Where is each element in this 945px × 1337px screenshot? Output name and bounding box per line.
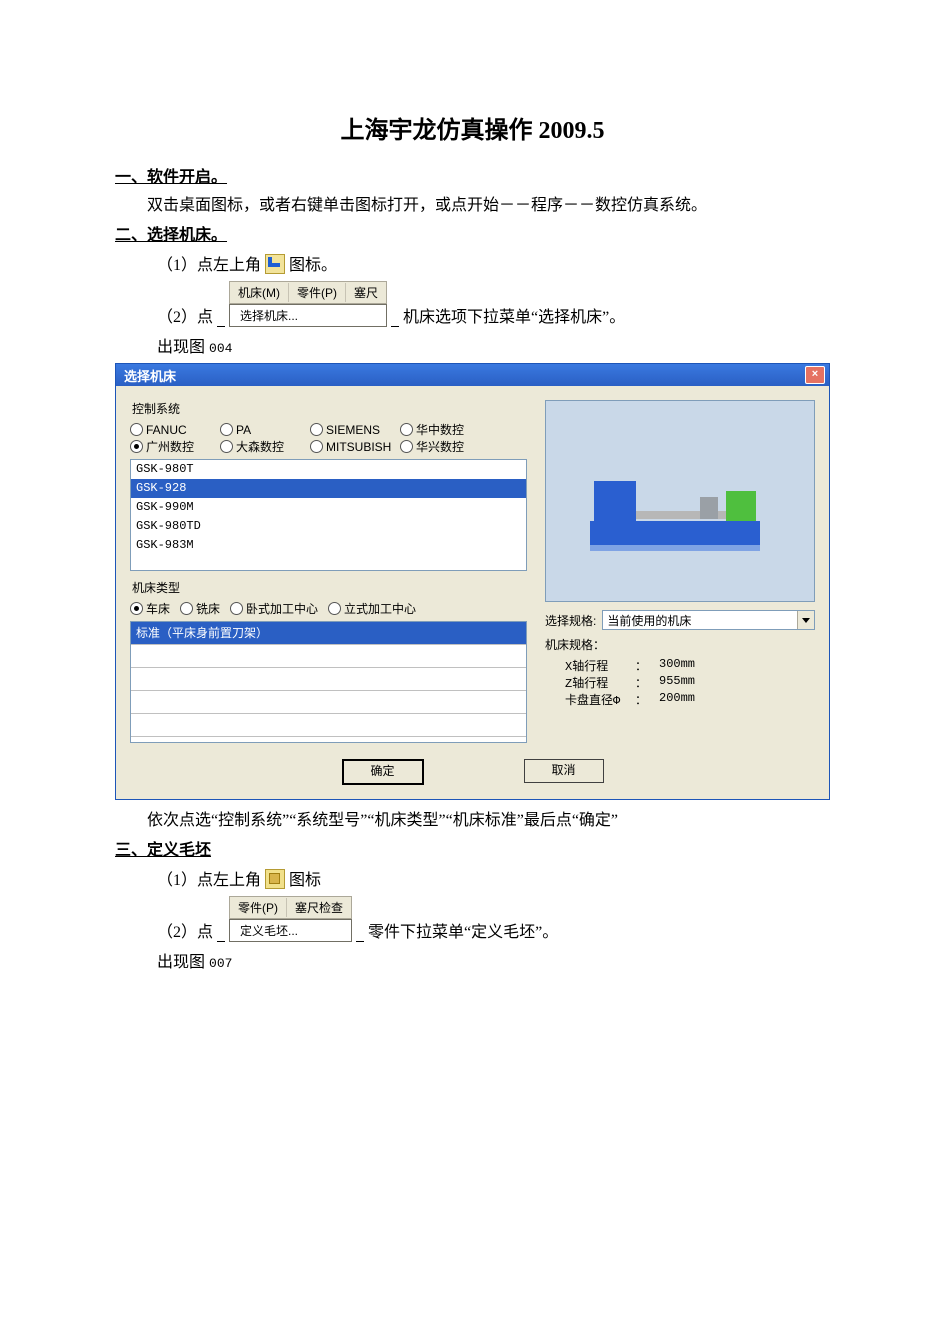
radio-label: 铣床: [196, 600, 220, 617]
standard-listbox[interactable]: 标准（平床身前置刀架）: [130, 621, 527, 743]
step-2-1: （1）点左上角 图标。: [115, 251, 830, 275]
radio-horizontal-mc[interactable]: 卧式加工中心: [230, 600, 318, 617]
spec-select-label: 选择规格:: [545, 612, 596, 629]
step-2-1-text-b: 图标。: [289, 257, 337, 274]
step-3-2-text-b: 零件下拉菜单“定义毛坯”。: [368, 918, 558, 942]
step-3-fig: 出现图 007: [115, 948, 830, 972]
control-system-radios: FANUC PA SIEMENS 华中数控 广州数控 大森数控 MITSUBIS…: [130, 421, 527, 455]
control-system-label: 控制系统: [132, 400, 527, 417]
spec-title: 机床规格：: [545, 636, 815, 653]
cancel-button[interactable]: 取消: [524, 759, 604, 783]
radio-pa[interactable]: PA: [220, 421, 306, 438]
heading-3: 三、定义毛坯: [115, 836, 830, 860]
spec-select[interactable]: 当前使用的机床: [602, 610, 815, 630]
dropdown-arrow-icon[interactable]: [797, 611, 814, 629]
radio-label: 华兴数控: [416, 438, 464, 455]
para-1: 双击桌面图标，或者右键单击图标打开，或点开始－－程序－－数控仿真系统。: [115, 191, 830, 215]
radio-label: 广州数控: [146, 438, 194, 455]
model-listbox[interactable]: GSK-980T GSK-928 GSK-990M GSK-980TD GSK-…: [130, 459, 527, 571]
fig-number-007: 007: [209, 956, 232, 971]
close-button[interactable]: ×: [805, 366, 825, 384]
fig-label: 出现图: [157, 954, 205, 971]
dialog-title: 选择机床: [124, 366, 176, 385]
radio-label: 卧式加工中心: [246, 600, 318, 617]
spec-val: 300mm: [659, 657, 695, 674]
radio-label: FANUC: [146, 423, 187, 437]
step-2-2-text-b: 机床选项下拉菜单“选择机床”。: [403, 303, 625, 327]
radio-label: 华中数控: [416, 421, 464, 438]
menu1-dropdown-item: 选择机床...: [229, 304, 387, 327]
page-title: 上海宇龙仿真操作 2009.5: [115, 110, 830, 145]
dialog-titlebar: 选择机床 ×: [116, 364, 829, 386]
radio-mitsubishi[interactable]: MITSUBISH: [310, 438, 396, 455]
list-item[interactable]: [131, 691, 526, 714]
menu1-item-part: 零件(P): [289, 283, 346, 302]
heading-2: 二、选择机床。: [115, 221, 830, 245]
step-3-2: （2）点 零件(P)塞尺检查 定义毛坯... 零件下拉菜单“定义毛坯”。: [115, 896, 830, 942]
spec-select-value: 当前使用的机床: [603, 611, 797, 629]
menu-screenshot-2: 零件(P)塞尺检查 定义毛坯...: [229, 896, 352, 942]
radio-label: SIEMENS: [326, 423, 380, 437]
menu-screenshot-1: 机床(M)零件(P)塞尺 选择机床...: [229, 281, 387, 327]
spec-val: 200mm: [659, 691, 695, 708]
radio-guangzhou[interactable]: 广州数控: [130, 438, 216, 455]
radio-siemens[interactable]: SIEMENS: [310, 421, 396, 438]
step-3-1-text-a: （1）点左上角: [157, 872, 261, 889]
step-2-2-text-a: （2）点: [157, 303, 213, 327]
radio-mill[interactable]: 铣床: [180, 600, 220, 617]
spec-list: X轴行程：300mm Z轴行程：955mm 卡盘直径Φ：200mm: [565, 657, 815, 708]
ok-button[interactable]: 确定: [342, 759, 424, 785]
spec-val: 955mm: [659, 674, 695, 691]
fig-label: 出现图: [157, 339, 205, 356]
radio-label: 立式加工中心: [344, 600, 416, 617]
list-item[interactable]: [131, 645, 526, 668]
radio-lathe[interactable]: 车床: [130, 600, 170, 617]
machine-toolbar-icon: [265, 254, 285, 274]
radio-dasen[interactable]: 大森数控: [220, 438, 306, 455]
spec-key: X轴行程: [565, 657, 635, 674]
radio-fanuc[interactable]: FANUC: [130, 421, 216, 438]
list-item[interactable]: GSK-980TD: [131, 517, 526, 536]
list-item[interactable]: GSK-928: [131, 479, 526, 498]
menu2-item-gauge: 塞尺检查: [287, 898, 351, 917]
step-3-1-text-b: 图标: [289, 872, 321, 889]
menu1-item-gauge: 塞尺: [346, 283, 386, 302]
list-item[interactable]: GSK-990M: [131, 498, 526, 517]
radio-huaxing[interactable]: 华兴数控: [400, 438, 486, 455]
menu1-item-machine: 机床(M): [230, 283, 289, 302]
step-2-2: （2）点 机床(M)零件(P)塞尺 选择机床... 机床选项下拉菜单“选择机床”…: [115, 281, 830, 327]
step-2-after: 依次点选“控制系统”“系统型号”“机床类型”“机床标准”最后点“确定”: [115, 806, 830, 830]
list-item[interactable]: 标准（平床身前置刀架）: [131, 622, 526, 645]
radio-label: PA: [236, 423, 251, 437]
step-2-1-text-a: （1）点左上角: [157, 257, 261, 274]
menu2-dropdown-item: 定义毛坯...: [229, 919, 352, 942]
machine-type-label: 机床类型: [132, 579, 527, 596]
machine-preview: [545, 400, 815, 602]
radio-huazhong[interactable]: 华中数控: [400, 421, 486, 438]
select-machine-dialog: 选择机床 × 控制系统 FANUC PA SIEMENS 华中数控 广州数控 大…: [115, 363, 830, 800]
radio-vertical-mc[interactable]: 立式加工中心: [328, 600, 416, 617]
step-2-fig: 出现图 004: [115, 333, 830, 357]
radio-label: 大森数控: [236, 438, 284, 455]
blank-toolbar-icon: [265, 869, 285, 889]
list-item[interactable]: [131, 737, 526, 759]
step-3-1: （1）点左上角 图标: [115, 866, 830, 890]
menu2-item-part: 零件(P): [230, 898, 287, 917]
list-item[interactable]: GSK-983M: [131, 536, 526, 555]
heading-1: 一、软件开启。: [115, 163, 830, 187]
list-item[interactable]: [131, 668, 526, 691]
radio-label: MITSUBISH: [326, 440, 391, 454]
list-item[interactable]: GSK-980T: [131, 460, 526, 479]
spec-key: 卡盘直径Φ: [565, 691, 635, 708]
machine-type-radios: 车床 铣床 卧式加工中心 立式加工中心: [130, 600, 527, 617]
spec-key: Z轴行程: [565, 674, 635, 691]
lathe-icon: [590, 461, 760, 551]
fig-number-004: 004: [209, 341, 232, 356]
step-3-2-text-a: （2）点: [157, 918, 213, 942]
list-item[interactable]: [131, 714, 526, 737]
radio-label: 车床: [146, 600, 170, 617]
